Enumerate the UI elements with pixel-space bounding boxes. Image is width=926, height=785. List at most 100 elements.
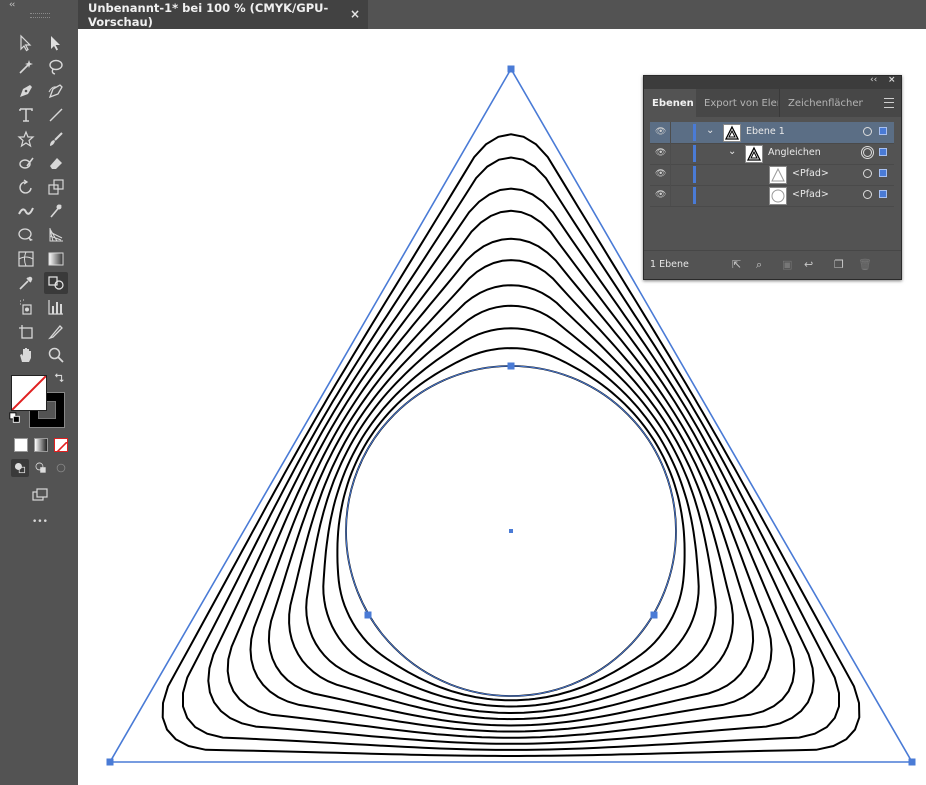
visibility-eye-icon[interactable]: 👁 — [655, 127, 666, 137]
draw-inside-icon[interactable] — [52, 459, 70, 477]
path-thumbnail — [769, 187, 787, 205]
screen-mode-icon[interactable] — [28, 484, 52, 506]
collapse-panel-icon[interactable]: ‹‹ — [870, 75, 877, 85]
tab-ebenen[interactable]: Ebenen — [644, 89, 696, 117]
pen-tool-icon[interactable] — [14, 80, 38, 102]
zoom-tool-icon[interactable] — [44, 344, 68, 366]
direct-selection-tool-icon[interactable] — [44, 32, 68, 54]
layer-color-bar — [693, 166, 696, 183]
type-tool-icon[interactable] — [14, 104, 38, 126]
perspective-grid-tool-icon[interactable] — [44, 224, 68, 246]
layers-panel: ‹‹ × Ebenen Export von Elem Zeichenfläch… — [643, 75, 902, 280]
layer-name[interactable]: Angleichen — [768, 147, 821, 158]
swap-fill-stroke-icon[interactable] — [52, 371, 66, 385]
color-mode-button[interactable] — [14, 438, 28, 452]
blend-tool-icon[interactable] — [44, 272, 68, 294]
panel-tabs: Ebenen Export von Elem Zeichenflächen — [644, 89, 901, 117]
mesh-tool-icon[interactable] — [14, 248, 38, 270]
default-fill-stroke-icon[interactable] — [8, 411, 22, 425]
selection-indicator[interactable] — [879, 169, 887, 177]
blend-step-path — [322, 327, 700, 708]
selection-indicator[interactable] — [879, 148, 887, 156]
anchor-point — [507, 362, 515, 370]
column-graph-tool-icon[interactable] — [44, 296, 68, 318]
path-thumbnail — [769, 166, 787, 184]
layer-row-pfad-1[interactable]: 👁 <Pfad> — [650, 164, 894, 186]
selection-tool-icon[interactable] — [14, 32, 38, 54]
layer-color-bar — [693, 145, 696, 162]
scale-tool-icon[interactable] — [44, 176, 68, 198]
visibility-eye-icon[interactable]: 👁 — [655, 148, 666, 158]
selection-indicator[interactable] — [879, 127, 887, 135]
gradient-mode-button[interactable] — [34, 438, 48, 452]
document-tab[interactable]: Unbenannt-1* bei 100 % (CMYK/GPU-Vorscha… — [78, 0, 368, 29]
panel-title-bar[interactable]: ‹‹ × — [644, 75, 901, 89]
locate-object-icon[interactable]: ⌕ — [756, 258, 762, 272]
target-circle-icon[interactable] — [863, 169, 872, 178]
magic-wand-tool-icon[interactable] — [14, 56, 38, 78]
rotate-tool-icon[interactable] — [14, 176, 38, 198]
visibility-eye-icon[interactable]: 👁 — [655, 190, 666, 200]
create-sublayer-icon[interactable]: ↩ — [804, 258, 813, 271]
layers-panel-footer: 1 Ebene ⇱ ⌕ ▣ ↩ ❐ 🗑 — [644, 250, 901, 279]
create-new-layer-icon[interactable]: ❐ — [834, 258, 844, 271]
collapse-toolbar-icon[interactable]: ‹‹ — [9, 0, 15, 10]
lasso-tool-icon[interactable] — [44, 56, 68, 78]
delete-layer-icon[interactable]: 🗑 — [858, 258, 872, 271]
layer-color-bar — [693, 124, 696, 141]
tab-export-assets[interactable]: Export von Elem — [696, 89, 778, 117]
artboard-tool-icon[interactable] — [14, 320, 38, 342]
curvature-tool-icon[interactable] — [44, 80, 68, 102]
blend-step-path — [226, 209, 796, 739]
selection-indicator[interactable] — [879, 190, 887, 198]
layer-thumbnail — [723, 124, 741, 142]
document-tab-title: Unbenannt-1* bei 100 % (CMYK/GPU-Vorscha… — [88, 0, 329, 29]
paintbrush-tool-icon[interactable] — [44, 128, 68, 150]
toolbar-grip[interactable] — [30, 13, 50, 18]
width-tool-icon[interactable] — [14, 200, 38, 222]
draw-behind-icon[interactable] — [32, 459, 50, 477]
target-circle-icon[interactable] — [863, 190, 872, 199]
shape-builder-tool-icon[interactable] — [14, 224, 38, 246]
tools-panel: ‹‹ ••• — [0, 0, 78, 785]
symbol-sprayer-tool-icon[interactable] — [14, 296, 38, 318]
layer-row-ebene-1[interactable]: 👁 ⌄ Ebene 1 — [650, 122, 894, 144]
tab-artboards[interactable]: Zeichenflächen — [779, 89, 863, 117]
layer-name[interactable]: <Pfad> — [792, 168, 829, 179]
layer-name[interactable]: <Pfad> — [792, 189, 829, 200]
shaper-tool-icon[interactable] — [14, 152, 38, 174]
line-tool-icon[interactable] — [44, 104, 68, 126]
hand-tool-icon[interactable] — [14, 344, 38, 366]
anchor-point — [650, 611, 658, 619]
gradient-tool-icon[interactable] — [44, 248, 68, 270]
expand-chevron-icon[interactable]: ⌄ — [728, 146, 736, 157]
fill-swatch-front[interactable] — [11, 375, 47, 411]
blend-step-path — [249, 237, 773, 733]
collect-for-export-icon[interactable]: ⇱ — [732, 258, 741, 271]
visibility-eye-icon[interactable]: 👁 — [655, 169, 666, 179]
blend-thumbnail — [745, 145, 763, 163]
close-panel-icon[interactable]: × — [888, 75, 896, 85]
expand-chevron-icon[interactable]: ⌄ — [706, 125, 714, 136]
make-clipping-mask-icon[interactable]: ▣ — [782, 258, 792, 271]
slice-tool-icon[interactable] — [44, 320, 68, 342]
layer-color-bar — [693, 187, 696, 204]
panel-menu-icon[interactable] — [884, 98, 894, 108]
layer-count: 1 Ebene — [650, 259, 689, 270]
draw-normal-icon[interactable] — [11, 459, 29, 477]
layer-name[interactable]: Ebene 1 — [746, 126, 785, 137]
anchor-point — [364, 611, 372, 619]
target-circle-icon[interactable] — [863, 127, 872, 136]
layer-row-pfad-2[interactable]: 👁 <Pfad> — [650, 185, 894, 207]
target-circle-icon[interactable] — [861, 146, 874, 159]
close-document-icon[interactable]: × — [350, 7, 360, 21]
blend-step-path — [267, 259, 755, 727]
none-mode-button[interactable] — [54, 438, 68, 452]
eraser-tool-icon[interactable] — [44, 152, 68, 174]
puppet-warp-tool-icon[interactable] — [44, 200, 68, 222]
document-tab-bar: Unbenannt-1* bei 100 % (CMYK/GPU-Vorscha… — [78, 0, 926, 29]
layer-row-angleichen[interactable]: 👁 ⌄ Angleichen — [650, 143, 894, 165]
star-tool-icon[interactable] — [14, 128, 38, 150]
edit-toolbar-more-button[interactable]: ••• — [32, 517, 48, 527]
eyedropper-tool-icon[interactable] — [14, 272, 38, 294]
